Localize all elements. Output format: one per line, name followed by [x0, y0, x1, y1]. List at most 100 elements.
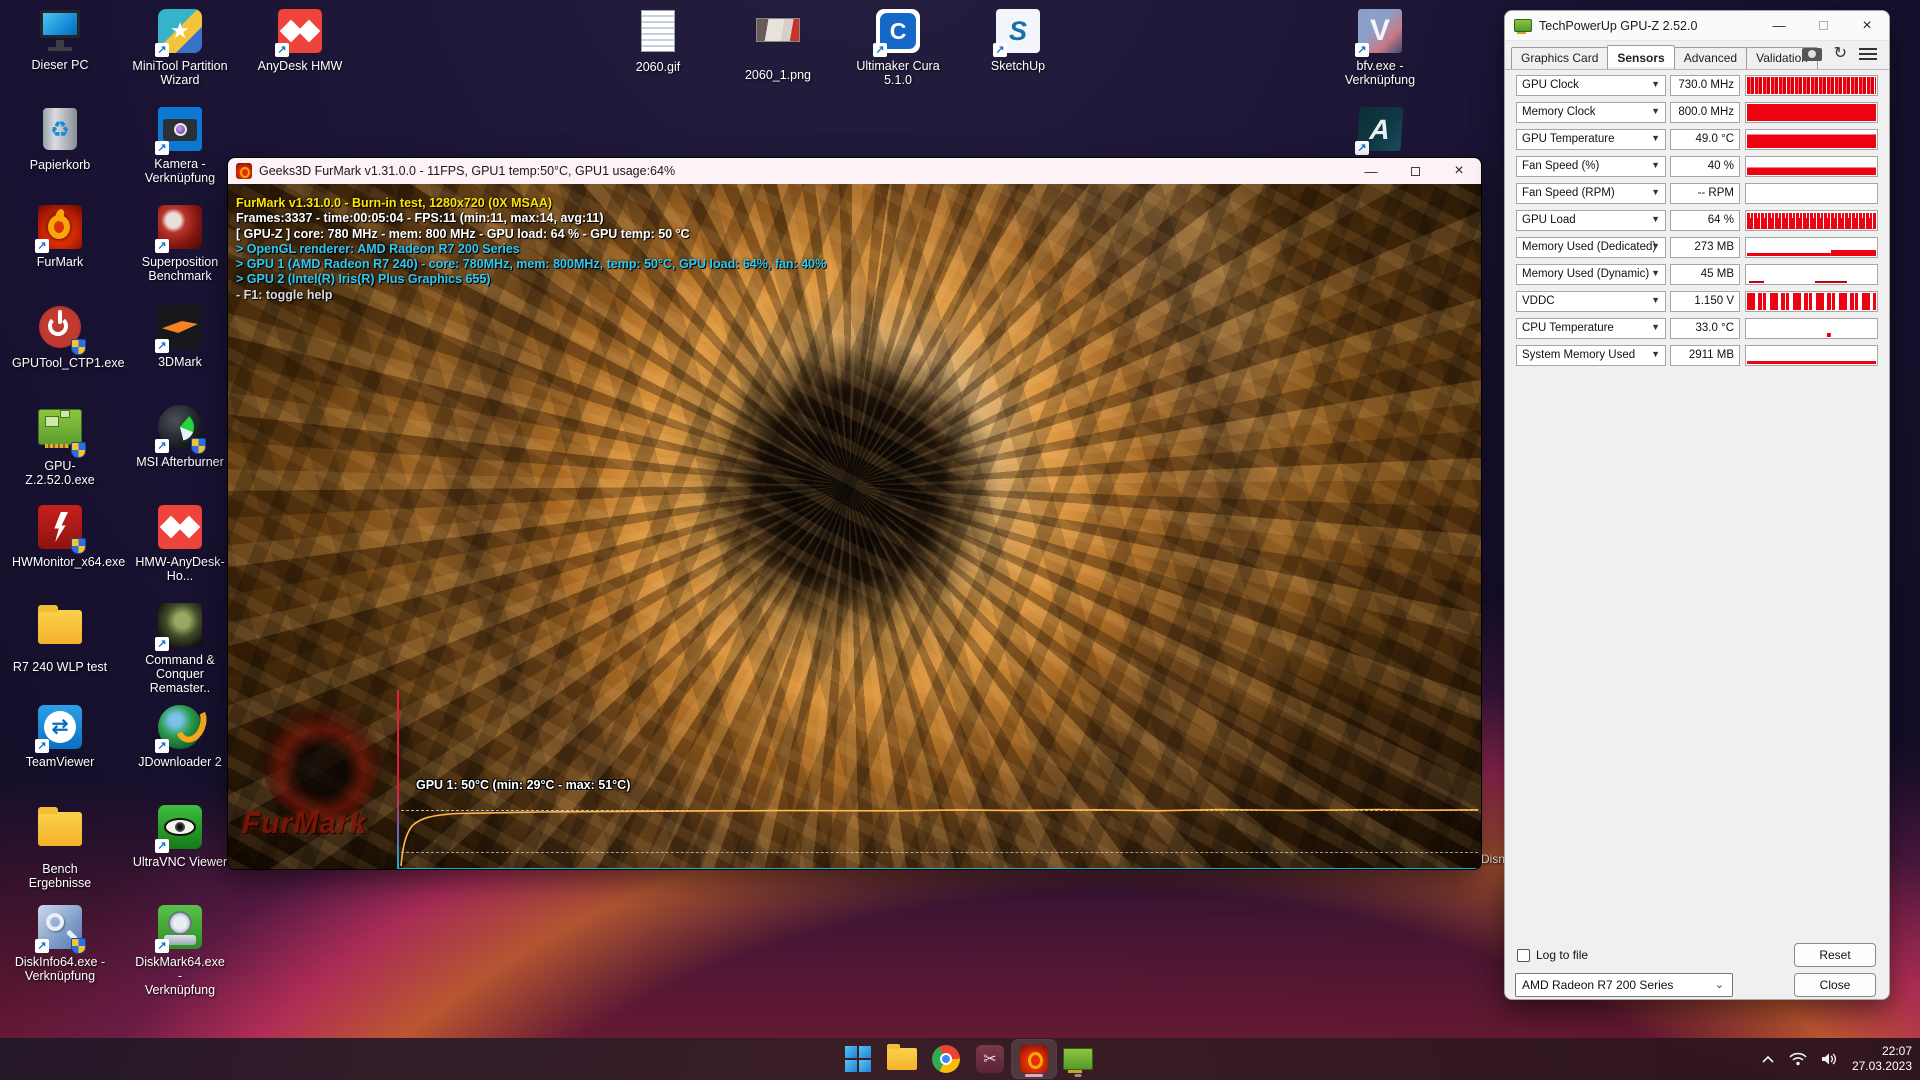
desktop-icon-label: Ultimaker Cura 5.1.0: [850, 59, 946, 87]
desktop-icon-hwmonitor[interactable]: HWMonitor_x64.exe: [12, 504, 108, 569]
gpu-select-dropdown[interactable]: AMD Radeon R7 200 Series ⌄: [1515, 973, 1733, 997]
desktop-icon-label: bfv.exe - Verknüpfung: [1332, 59, 1428, 87]
dropdown-arrow-icon: ▼: [1651, 241, 1660, 251]
shortcut-arrow-icon: ↗: [155, 239, 169, 253]
furmark-titlebar[interactable]: Geeks3D FurMark v1.31.0.0 - 11FPS, GPU1 …: [228, 158, 1481, 184]
sensor-graph: [1745, 156, 1878, 177]
close-button[interactable]: ×: [1845, 11, 1889, 40]
taskbar-button-gpuz[interactable]: [1056, 1040, 1100, 1078]
uac-shield-icon: [71, 938, 86, 954]
shortcut-arrow-icon: ↗: [35, 739, 49, 753]
desktop-icon-label: HMW-AnyDesk-Ho...: [132, 555, 228, 583]
sensor-name-dropdown[interactable]: Fan Speed (%)▼: [1516, 156, 1666, 177]
desktop-icon-hmw-anydesk[interactable]: HMW-AnyDesk-Ho...: [132, 504, 228, 583]
sensor-name-dropdown[interactable]: Memory Used (Dedicated)▼: [1516, 237, 1666, 258]
sensor-row-memory-used-dedicated-: Memory Used (Dedicated)▼273 MB: [1516, 237, 1878, 258]
screenshot-camera-icon[interactable]: [1802, 48, 1822, 61]
sensor-value: 64 %: [1670, 210, 1740, 231]
folder-icon: [38, 812, 82, 846]
desktop-icon-label: MiniTool Partition Wizard: [132, 59, 228, 87]
desktop-icon-cnc[interactable]: ↗ Command & Conquer Remaster..: [132, 602, 228, 695]
close-button[interactable]: ×: [1437, 158, 1481, 184]
desktop-icon-bench-folder[interactable]: Bench Ergebnisse: [12, 804, 108, 890]
desktop-icon-minitool[interactable]: ★↗MiniTool Partition Wizard: [132, 8, 228, 87]
taskbar-button-furmark[interactable]: [1012, 1040, 1056, 1078]
sensor-name-dropdown[interactable]: GPU Temperature▼: [1516, 129, 1666, 150]
desktop-icon-furmark[interactable]: ↗FurMark: [12, 204, 108, 269]
taskbar-button-snipping[interactable]: ✂: [968, 1040, 1012, 1078]
minimize-button[interactable]: —: [1757, 11, 1801, 40]
desktop-icon-label: Command & Conquer Remaster..: [132, 653, 228, 695]
desktop-icon-cura[interactable]: C↗Ultimaker Cura 5.1.0: [850, 8, 946, 87]
overlay-line-2: Frames:3337 - time:00:05:04 - FPS:11 (mi…: [236, 211, 826, 226]
sensor-name-dropdown[interactable]: GPU Load▼: [1516, 210, 1666, 231]
dropdown-arrow-icon: ▼: [1651, 349, 1660, 359]
desktop-icon-gpuz-exe[interactable]: GPU-Z.2.52.0.exe: [12, 404, 108, 487]
close-dialog-button[interactable]: Close: [1794, 973, 1876, 997]
hamburger-menu-icon[interactable]: [1859, 48, 1877, 60]
minimize-button[interactable]: —: [1349, 158, 1393, 184]
gpuz-tab-bar: Graphics CardSensorsAdvancedValidation: [1511, 47, 1817, 69]
desktop-icon-teamviewer[interactable]: ⇄↗TeamViewer: [12, 704, 108, 769]
sensor-name-dropdown[interactable]: VDDC▼: [1516, 291, 1666, 312]
desktop-icon-unknown-a[interactable]: A↗: [1332, 106, 1428, 153]
taskbar-button-explorer[interactable]: [880, 1040, 924, 1078]
desktop-icon-dieser-pc[interactable]: Dieser PC: [12, 8, 108, 72]
sensor-name-dropdown[interactable]: CPU Temperature▼: [1516, 318, 1666, 339]
desktop-icon-gif-2060[interactable]: 2060.gif: [610, 8, 706, 74]
desktop-icon-label: UltraVNC Viewer: [132, 855, 228, 869]
dropdown-arrow-icon: ▼: [1651, 106, 1660, 116]
desktop-icon-sketchup[interactable]: S↗SketchUp: [970, 8, 1066, 73]
desktop-icon-3dmark[interactable]: ↗3DMark: [132, 304, 228, 369]
gpuz-window: TechPowerUp GPU-Z 2.52.0 — × Graphics Ca…: [1504, 10, 1890, 1000]
sensor-name-dropdown[interactable]: System Memory Used▼: [1516, 345, 1666, 366]
taskbar-clock[interactable]: 22:07 27.03.2023: [1852, 1044, 1912, 1074]
sensor-row-vddc: VDDC▼1.150 V: [1516, 291, 1878, 312]
sensor-row-cpu-temperature: CPU Temperature▼33.0 °C: [1516, 318, 1878, 339]
taskbar-button-chrome[interactable]: [924, 1040, 968, 1078]
desktop-icon-gputool[interactable]: GPUTool_CTP1.exe: [12, 304, 108, 370]
sensor-name-dropdown[interactable]: Memory Clock▼: [1516, 102, 1666, 123]
tab-sensors[interactable]: Sensors: [1607, 45, 1674, 67]
desktop-icon-jdownloader[interactable]: ↗JDownloader 2: [132, 704, 228, 769]
desktop-icon-papierkorb[interactable]: ♻Papierkorb: [12, 106, 108, 172]
desktop-icon-ultravnc[interactable]: ↗UltraVNC Viewer: [132, 804, 228, 869]
tab-advanced[interactable]: Advanced: [1674, 47, 1747, 69]
tray-chevron-up-icon[interactable]: [1761, 1055, 1775, 1064]
volume-icon[interactable]: [1821, 1052, 1838, 1066]
sensor-row-memory-used-dynamic-: Memory Used (Dynamic)▼45 MB: [1516, 264, 1878, 285]
tab-graphics-card[interactable]: Graphics Card: [1511, 47, 1608, 69]
desktop-icon-diskinfo[interactable]: ↗DiskInfo64.exe - Verknüpfung: [12, 904, 108, 983]
refresh-icon[interactable]: ↻: [1834, 47, 1847, 61]
desktop-icon-superposition[interactable]: ↗Superposition Benchmark: [132, 204, 228, 283]
snipping-tool-icon: ✂: [976, 1045, 1004, 1073]
desktop-icon-afterburner[interactable]: ↗MSI Afterburner: [132, 404, 228, 469]
file-explorer-icon: [887, 1048, 917, 1070]
sensor-name-dropdown[interactable]: Fan Speed (RPM)▼: [1516, 183, 1666, 204]
maximize-button[interactable]: [1801, 11, 1845, 40]
desktop-icon-anydesk-hmw[interactable]: ↗AnyDesk HMW: [252, 8, 348, 73]
desktop-icon-diskmark[interactable]: ↗DiskMark64.exe - Verknüpfung: [132, 904, 228, 997]
gpuz-titlebar[interactable]: TechPowerUp GPU-Z 2.52.0 — ×: [1505, 11, 1889, 41]
sensor-name-dropdown[interactable]: GPU Clock▼: [1516, 75, 1666, 96]
furmark-taskbar-icon: [1020, 1045, 1048, 1073]
shortcut-arrow-icon: ↗: [275, 43, 289, 57]
sensor-name-dropdown[interactable]: Memory Used (Dynamic)▼: [1516, 264, 1666, 285]
log-to-file-checkbox[interactable]: [1517, 949, 1530, 962]
desktop-icon-label: 3DMark: [132, 355, 228, 369]
desktop-icon-png-2060-1[interactable]: 2060_1.png: [730, 8, 826, 82]
overlay-line-5: > GPU 1 (AMD Radeon R7 240) - core: 780M…: [236, 257, 826, 272]
shortcut-arrow-icon: ↗: [155, 637, 169, 651]
wifi-icon[interactable]: [1789, 1052, 1807, 1066]
maximize-button[interactable]: [1393, 158, 1437, 184]
desktop-icon-kamera[interactable]: ↗Kamera - Verknüpfung: [132, 106, 228, 185]
desktop-icon-bfv[interactable]: V↗bfv.exe - Verknüpfung: [1332, 8, 1428, 87]
png-thumbnail: [756, 18, 800, 42]
taskbar-button-start[interactable]: [836, 1040, 880, 1078]
furmark-stats-overlay: FurMark v1.31.0.0 - Burn-in test, 1280x7…: [236, 196, 826, 303]
dropdown-arrow-icon: ▼: [1651, 295, 1660, 305]
reset-button[interactable]: Reset: [1794, 943, 1876, 967]
overlay-line-7: - F1: toggle help: [236, 288, 826, 303]
desktop-icon-r7-folder[interactable]: R7 240 WLP test: [12, 602, 108, 674]
desktop-icon-label: 2060.gif: [610, 60, 706, 74]
